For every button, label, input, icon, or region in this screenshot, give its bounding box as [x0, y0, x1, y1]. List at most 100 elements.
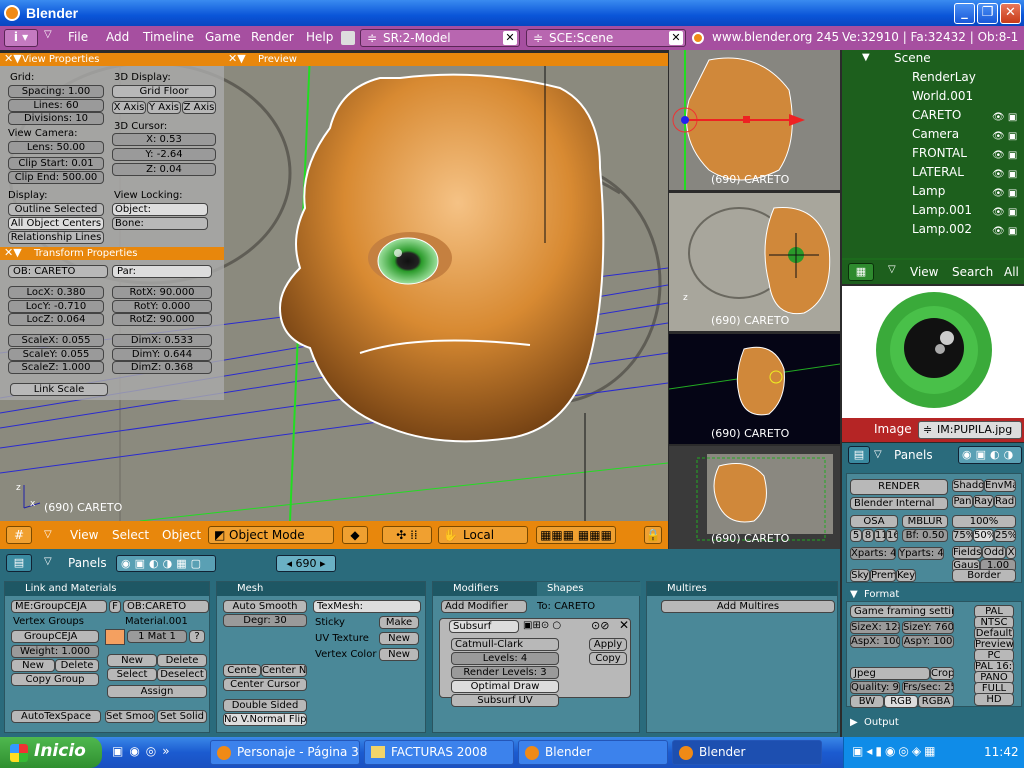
side-view-thumb[interactable]: (690) CARETO	[669, 50, 840, 190]
task-facturas[interactable]: FACTURAS 2008	[364, 740, 514, 765]
close-transform-icon[interactable]: ✕▼	[4, 246, 22, 259]
outliner-window-type-icon[interactable]: ▦	[848, 263, 874, 281]
rot-z-field[interactable]: RotZ: 90.000	[112, 313, 212, 326]
render-button[interactable]: RENDER	[850, 479, 948, 495]
subsurf-uv-toggle[interactable]: Subsurf UV	[451, 694, 559, 707]
material-delete-button[interactable]: Delete	[157, 654, 207, 667]
panels-menu[interactable]: Panels	[68, 556, 107, 570]
delete-screen-icon[interactable]: ✕	[503, 31, 517, 45]
outliner-menu-view[interactable]: View	[910, 265, 938, 279]
scene-selector[interactable]: ≑ SCE:Scene ✕	[526, 29, 686, 47]
osa-11-button[interactable]: 11	[874, 529, 886, 542]
outliner-item-lamp001[interactable]: Lamp.001	[912, 203, 972, 217]
transform-properties-header[interactable]: Transform Properties	[0, 247, 224, 260]
preview-header[interactable]: Preview	[224, 53, 668, 66]
premul-toggle[interactable]: Premu	[870, 569, 896, 582]
auto-smooth-toggle[interactable]: Auto Smooth	[223, 600, 307, 613]
clip-end-field[interactable]: Clip End: 500.00	[8, 171, 104, 184]
bw-toggle[interactable]: BW	[850, 695, 884, 708]
menu-render[interactable]: Render	[251, 30, 294, 44]
material-color-swatch[interactable]	[105, 629, 125, 645]
render-collapse-icon[interactable]: ▽	[874, 449, 882, 460]
fake-user-toggle[interactable]: F	[109, 600, 121, 613]
outliner-item-lateral[interactable]: LATERAL	[912, 165, 964, 179]
close-preview-icon[interactable]: ✕▼	[228, 52, 246, 65]
osa-toggle[interactable]: OSA	[850, 515, 898, 528]
y-axis-toggle[interactable]: Y Axis	[147, 101, 181, 114]
modifier-visibility-icons[interactable]: ▣⊞⊙ ○	[523, 620, 573, 633]
smooth-degree-field[interactable]: Degr: 30	[223, 614, 307, 627]
texmesh-field[interactable]: TexMesh:	[313, 600, 421, 613]
autotexspace-toggle[interactable]: AutoTexSpace	[11, 710, 101, 723]
shadows-toggle[interactable]: Shado	[952, 479, 984, 492]
cursor-y-field[interactable]: Y: -2.64	[112, 148, 216, 161]
visibility-icons[interactable]: 👁 ▣ 👁 ▣ 👁 ▣ 👁 ▣ 👁 ▣ 👁 ▣ 👁 ▣	[992, 108, 1022, 238]
close-icon[interactable]: ✕	[1000, 3, 1021, 24]
optimal-draw-toggle[interactable]: Optimal Draw	[451, 680, 559, 693]
render-panels-menu[interactable]: Panels	[894, 448, 933, 462]
image-preview[interactable]	[842, 286, 1024, 418]
window-title-bar[interactable]: Blender _ ❐ ✕	[0, 0, 1024, 26]
shapes-tab[interactable]: Shapes	[537, 582, 641, 596]
copy-modifier-button[interactable]: Copy	[589, 652, 627, 665]
frame-field[interactable]: ◂ 690 ▸	[276, 555, 336, 572]
material-help-button[interactable]: ?	[189, 630, 205, 643]
grid-divisions-field[interactable]: Divisions: 10	[8, 112, 104, 125]
outliner-item-lamp[interactable]: Lamp	[912, 184, 945, 198]
dim-x-field[interactable]: DimX: 0.533	[112, 334, 212, 347]
uv-texture-new-button[interactable]: New	[379, 632, 419, 645]
file-format-select[interactable]: Jpeg	[850, 667, 930, 680]
view-properties-header[interactable]: View Properties	[0, 53, 224, 66]
material-index-field[interactable]: 1 Mat 1	[127, 630, 187, 643]
key-toggle[interactable]: Key	[896, 569, 916, 582]
modifier-move-icons[interactable]: ⊙⊘	[591, 619, 621, 633]
outliner-all-button[interactable]: All	[1004, 265, 1019, 279]
task-personaje[interactable]: Personaje - Página 3...	[210, 740, 360, 765]
multires-title[interactable]: Multires	[647, 582, 837, 596]
screen-browse-icon[interactable]	[341, 31, 355, 45]
clock[interactable]: 11:42	[984, 745, 1019, 759]
mesh-title[interactable]: Mesh	[217, 582, 425, 596]
vgroup-new-button[interactable]: New	[11, 659, 55, 672]
material-select-button[interactable]: Select	[107, 668, 157, 681]
minimize-icon[interactable]: _	[954, 3, 975, 24]
link-materials-title[interactable]: Link and Materials	[5, 582, 209, 596]
draw-type-icon[interactable]: ◆	[342, 526, 368, 544]
subdivision-type-select[interactable]: Catmull-Clark	[451, 638, 559, 651]
levels-field[interactable]: Levels: 4	[451, 652, 559, 665]
fields-toggle[interactable]: Fields	[952, 546, 982, 559]
outliner-item-lamp002[interactable]: Lamp.002	[912, 222, 972, 236]
outliner-item-camera[interactable]: Camera	[912, 127, 959, 141]
format-expand-icon[interactable]: ▼	[850, 589, 858, 600]
vertex-group-field[interactable]: GroupCEJA	[11, 630, 99, 643]
weight-field[interactable]: Weight: 1.000	[11, 645, 99, 658]
osa-8-button[interactable]: 8	[862, 529, 874, 542]
grid-lines-field[interactable]: Lines: 60	[8, 99, 104, 112]
grid-spacing-field[interactable]: Spacing: 1.00	[8, 85, 104, 98]
sticky-make-button[interactable]: Make	[379, 616, 419, 629]
object-name-field[interactable]: OB: CARETO	[8, 265, 108, 278]
dim-z-field[interactable]: DimZ: 0.368	[112, 361, 212, 374]
size-100-button[interactable]: 100%	[952, 515, 1016, 528]
mblur-toggle[interactable]: MBLUR	[902, 515, 948, 528]
cursor-x-field[interactable]: X: 0.53	[112, 133, 216, 146]
crop-toggle[interactable]: Crop	[930, 667, 954, 680]
scale-x-field[interactable]: ScaleX: 0.055	[8, 334, 104, 347]
pivot-icon[interactable]: ✣ ⁞⁞	[382, 526, 432, 544]
size-25-button[interactable]: 25%	[994, 529, 1016, 542]
outliner-item-careto[interactable]: CARETO	[912, 108, 961, 122]
clip-start-field[interactable]: Clip Start: 0.01	[8, 157, 104, 170]
lens-field[interactable]: Lens: 50.00	[8, 141, 104, 154]
material-deselect-button[interactable]: Deselect	[157, 668, 207, 681]
render-context-icons[interactable]: ◉▣◐◑	[958, 446, 1022, 464]
outliner-item-scene[interactable]: Scene	[894, 51, 931, 65]
buttons-collapse-icon[interactable]: ▽	[44, 556, 52, 567]
outline-selected-toggle[interactable]: Outline Selected	[8, 203, 104, 216]
output-expand-icon[interactable]: ▶	[850, 717, 858, 728]
outliner-collapse-icon[interactable]: ▽	[888, 264, 896, 275]
apply-modifier-button[interactable]: Apply	[589, 638, 627, 651]
sizey-field[interactable]: SizeY: 760	[902, 621, 954, 634]
osa-16-button[interactable]: 16	[886, 529, 898, 542]
osa-5-button[interactable]: 5	[850, 529, 862, 542]
grid-window-type-icon[interactable]: #	[6, 526, 32, 544]
